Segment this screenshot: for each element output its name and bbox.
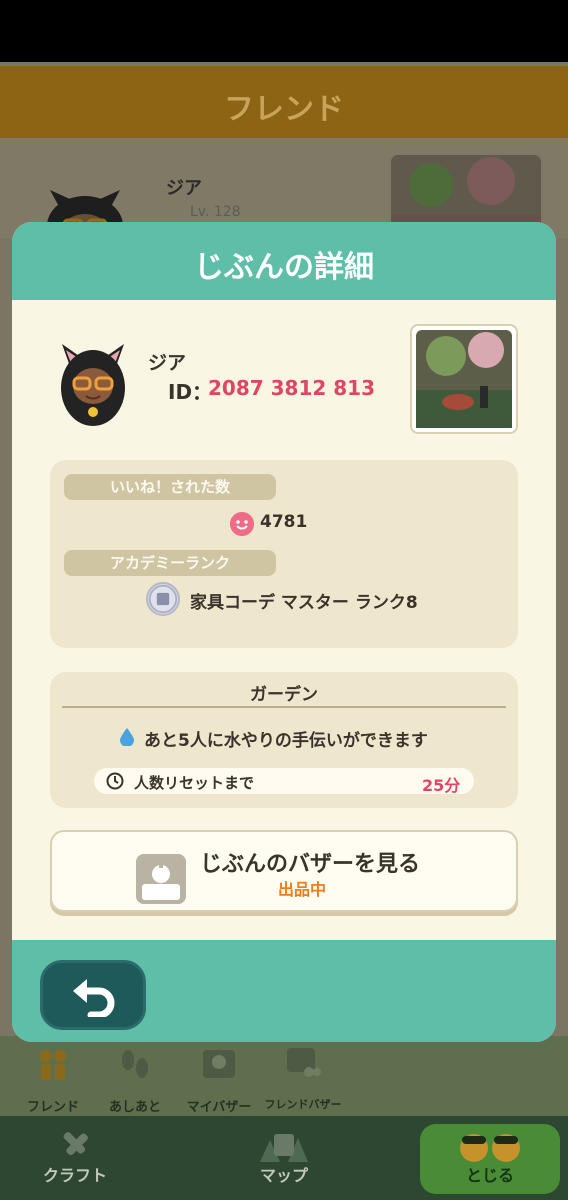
tab-friends[interactable]: フレンド xyxy=(8,1042,98,1115)
nav-close-button[interactable]: とじる xyxy=(420,1124,560,1194)
profile-detail-dialog: じぶんの詳細 ジア ID： 2087 3812 813 いいね！された数 478… xyxy=(12,222,556,1042)
view-my-bazaar-label: じぶんのバザーを見る xyxy=(200,852,421,877)
footprints-icon xyxy=(122,1050,148,1078)
bazaar-shop-icon xyxy=(136,854,186,904)
nav-craft[interactable]: クラフト xyxy=(20,1124,130,1194)
player-avatar xyxy=(61,344,125,426)
stats-panel: いいね！された数 4781 アカデミーランク 家具コーデ マスター ランク8 xyxy=(50,460,518,648)
tab-my-bazaar-label: マイバザー xyxy=(186,1100,252,1115)
player-name: ジア xyxy=(148,352,187,374)
watering-remaining-text: あと5人に水やりの手伝いができます xyxy=(144,731,428,751)
tab-friends-label: フレンド xyxy=(26,1100,79,1115)
nav-map-label: マップ xyxy=(259,1166,308,1185)
reset-timer-value: 25分 xyxy=(422,776,461,795)
player-id-label: ID： xyxy=(168,380,213,404)
timer-icon xyxy=(106,772,124,790)
bazaar-status: 出品中 xyxy=(278,880,327,899)
garden-title: ガーデン xyxy=(250,685,318,705)
likes-count: 4781 xyxy=(260,512,308,532)
friend-bazaar-icon xyxy=(287,1048,321,1077)
garden-thumbnail[interactable] xyxy=(410,324,518,434)
academy-rank-text: 家具コーデ マスター ランク8 xyxy=(190,593,418,613)
bazaar-icon xyxy=(203,1050,235,1078)
nav-close-label: とじる xyxy=(465,1166,514,1185)
tab-footprints-label: あしあと xyxy=(108,1100,161,1115)
rank-badge-icon xyxy=(146,582,180,616)
friend-level: Lv. 128 xyxy=(190,204,241,220)
map-icon xyxy=(260,1134,308,1162)
tab-footprints[interactable]: あしあと xyxy=(90,1042,180,1115)
back-arrow-icon xyxy=(73,979,115,1017)
back-button[interactable] xyxy=(40,960,146,1030)
likes-label: いいね！された数 xyxy=(64,474,276,500)
friends-icon xyxy=(40,1050,66,1080)
player-id-value: 2087 3812 813 xyxy=(208,376,376,400)
dialog-header: じぶんの詳細 xyxy=(12,222,556,300)
academy-rank-label: アカデミーランク xyxy=(64,550,276,576)
bottom-tabs: フレンド あしあと マイバザー フレンドバザー xyxy=(0,1036,568,1116)
friend-screen-header: フレンド xyxy=(0,66,568,138)
garden-divider xyxy=(62,706,506,708)
close-characters-icon xyxy=(460,1134,520,1162)
view-my-bazaar-button[interactable]: じぶんのバザーを見る 出品中 xyxy=(50,830,518,912)
tab-friend-bazaar[interactable]: フレンドバザー xyxy=(258,1042,348,1112)
dialog-title: じぶんの詳細 xyxy=(194,250,374,285)
craft-icon xyxy=(63,1132,88,1156)
nav-craft-label: クラフト xyxy=(42,1166,107,1185)
friend-name: ジア xyxy=(166,178,202,199)
reset-timer-label: 人数リセットまで xyxy=(134,774,255,792)
nav-map[interactable]: マップ xyxy=(228,1124,340,1194)
garden-panel: ガーデン あと5人に水やりの手伝いができます 人数リセットまで 25分 xyxy=(50,672,518,808)
smile-icon xyxy=(230,512,254,536)
friend-screen-title: フレンド xyxy=(224,92,344,127)
water-drop-icon xyxy=(120,728,134,746)
tab-friend-bazaar-label: フレンドバザー xyxy=(264,1098,342,1111)
tab-my-bazaar[interactable]: マイバザー xyxy=(174,1042,264,1115)
